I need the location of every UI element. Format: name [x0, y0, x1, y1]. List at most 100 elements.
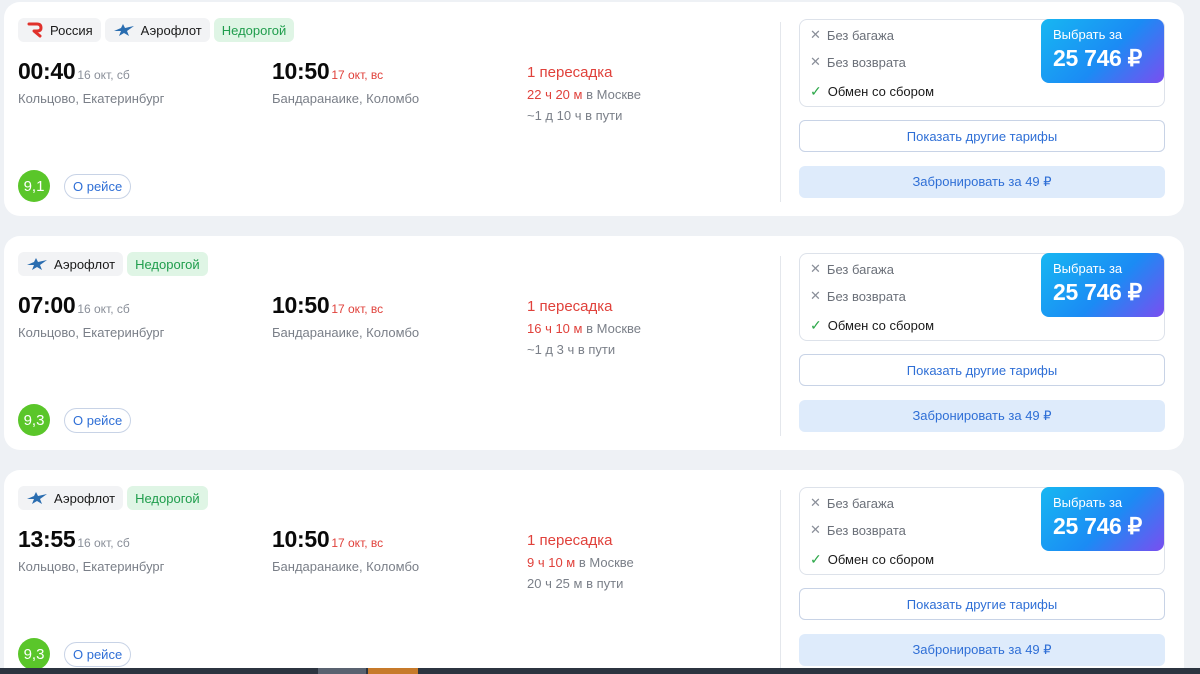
tariff-exchange-label: Обмен со сбором	[827, 84, 935, 99]
arrival: 10:50 17 окт, вс Бандаранаике, Коломбо	[272, 526, 419, 574]
select-label: Выбрать за	[1053, 261, 1123, 276]
about-flight-button[interactable]: О рейсе	[64, 642, 132, 667]
layover: 22 ч 20 м в Москве	[527, 87, 641, 102]
transfer-info: 1 пересадка 16 ч 10 м в Москве ~1 д 3 ч …	[527, 298, 641, 357]
divider	[780, 490, 781, 670]
transfer-info: 1 пересадка 22 ч 20 м в Москве ~1 д 10 ч…	[527, 64, 641, 123]
about-flight-button[interactable]: О рейсе	[64, 408, 132, 433]
taskbar	[0, 668, 1200, 674]
about-flight-button[interactable]: О рейсе	[64, 174, 132, 199]
cross-icon: ✕	[810, 522, 821, 537]
layover: 9 ч 10 м в Москве	[527, 555, 634, 570]
airline-name: Россия	[50, 22, 93, 38]
tariff-box: ✕ Без багажа ✕ Без возврата ✓ Обмен со сбор…	[799, 487, 1165, 575]
select-price-button[interactable]: Выбрать за 25 746 ₽	[1041, 487, 1164, 551]
select-label: Выбрать за	[1053, 495, 1123, 510]
select-price-button[interactable]: Выбрать за 25 746 ₽	[1041, 253, 1164, 317]
tariff-refund-label: Без возврата	[826, 288, 906, 304]
travel-duration: ~1 д 3 ч в пути	[527, 342, 616, 357]
departure-date: 16 окт, сб	[77, 68, 130, 82]
arrival-airport: Бандаранаике, Коломбо	[272, 325, 420, 340]
layover-duration: 9 ч 10 м	[527, 555, 576, 570]
departure-time: 00:40	[18, 58, 76, 84]
tariff-refund: ✕ Без возврата	[810, 522, 906, 538]
arrival: 10:50 17 окт, вс Бандаранаике, Коломбо	[272, 58, 419, 106]
airline-name: Аэрофлот	[140, 22, 202, 38]
aeroflot-logo-icon	[113, 24, 134, 36]
departure-airport: Кольцово, Екатеринбург	[18, 91, 165, 106]
price: 25 746 ₽	[1053, 45, 1142, 71]
arrival-date: 17 окт, вс	[331, 68, 384, 82]
departure-airport: Кольцово, Екатеринбург	[18, 325, 165, 340]
tariff-exchange: ✓ Обмен со сбором	[810, 551, 934, 568]
flight-card[interactable]: Россия Аэрофлот Недорогой 00:40 16 окт, с…	[4, 2, 1184, 216]
transfer-count: 1 пересадка	[527, 64, 613, 81]
travel-duration: 20 ч 25 м в пути	[527, 576, 624, 591]
cross-icon: ✕	[810, 495, 821, 510]
departure: 13:55 16 окт, сб Кольцово, Екатеринбург	[18, 526, 164, 574]
tariff-exchange-label: Обмен со сбором	[827, 552, 935, 567]
layover-city: в Москве	[586, 87, 641, 102]
book-button[interactable]: Забронировать за 49 ₽	[799, 634, 1165, 666]
arrival-time: 10:50	[272, 292, 330, 318]
tariff-box: ✕ Без багажа ✕ Без возврата ✓ Обмен со сбор…	[799, 19, 1165, 107]
arrival-airport: Бандаранаике, Коломбо	[272, 559, 420, 574]
other-tariffs-button[interactable]: Показать другие тарифы	[799, 588, 1165, 620]
departure-date: 16 окт, сб	[77, 536, 130, 550]
price: 25 746 ₽	[1053, 279, 1142, 305]
flight-card[interactable]: Аэрофлот Недорогой 07:00 16 окт, сб Кольц…	[4, 236, 1184, 450]
tariff-exchange: ✓ Обмен со сбором	[810, 317, 934, 334]
airline-chip: Аэрофлот	[18, 486, 124, 510]
cheap-badge: Недорогой	[213, 18, 295, 42]
divider	[780, 22, 781, 202]
tariff-baggage-label: Без багажа	[826, 27, 894, 43]
flight-card[interactable]: Аэрофлот Недорогой 13:55 16 окт, сб Кольц…	[4, 470, 1184, 674]
airline-list: Россия Аэрофлот Недорогой	[18, 18, 295, 42]
price: 25 746 ₽	[1053, 513, 1142, 539]
airline-name: Аэрофлот	[54, 490, 116, 506]
check-icon: ✓	[810, 551, 822, 567]
airline-name: Аэрофлот	[54, 256, 116, 272]
departure-airport: Кольцово, Екатеринбург	[18, 559, 165, 574]
divider	[780, 256, 781, 436]
airline-chip: Россия	[18, 18, 101, 42]
cross-icon: ✕	[810, 27, 821, 42]
tariff-baggage: ✕ Без багажа	[810, 27, 894, 43]
travel-duration: ~1 д 10 ч в пути	[527, 108, 623, 123]
arrival-time: 10:50	[272, 58, 330, 84]
layover: 16 ч 10 м в Москве	[527, 321, 641, 336]
tariff-refund: ✕ Без возврата	[810, 54, 906, 70]
transfer-info: 1 пересадка 9 ч 10 м в Москве 20 ч 25 м …	[527, 532, 634, 591]
layover-duration: 16 ч 10 м	[527, 321, 583, 336]
tariff-box: ✕ Без багажа ✕ Без возврата ✓ Обмен со сбор…	[799, 253, 1165, 341]
departure-time: 07:00	[18, 292, 76, 318]
book-button[interactable]: Забронировать за 49 ₽	[799, 400, 1165, 432]
cross-icon: ✕	[810, 261, 821, 276]
other-tariffs-button[interactable]: Показать другие тарифы	[799, 354, 1165, 386]
aeroflot-logo-icon	[27, 258, 47, 270]
taskbar-item[interactable]	[368, 668, 418, 674]
layover-duration: 22 ч 20 м	[527, 87, 583, 102]
rating-badge: 9,1	[18, 170, 50, 202]
cross-icon: ✕	[810, 288, 821, 303]
tariff-exchange-label: Обмен со сбором	[827, 318, 935, 333]
rossiya-logo-icon	[27, 22, 43, 38]
select-price-button[interactable]: Выбрать за 25 746 ₽	[1041, 19, 1164, 83]
check-icon: ✓	[810, 317, 822, 333]
arrival-date: 17 окт, вс	[331, 536, 384, 550]
select-label: Выбрать за	[1053, 27, 1123, 42]
departure: 07:00 16 окт, сб Кольцово, Екатеринбург	[18, 292, 164, 340]
check-icon: ✓	[810, 83, 822, 99]
book-button[interactable]: Забронировать за 49 ₽	[799, 166, 1165, 198]
tariff-refund-label: Без возврата	[826, 522, 906, 538]
arrival-date: 17 окт, вс	[331, 302, 384, 316]
arrival: 10:50 17 окт, вс Бандаранаике, Коломбо	[272, 292, 419, 340]
airline-chip: Аэрофлот	[18, 252, 124, 276]
other-tariffs-button[interactable]: Показать другие тарифы	[799, 120, 1165, 152]
taskbar-item[interactable]	[318, 668, 366, 674]
transfer-count: 1 пересадка	[527, 532, 613, 549]
cross-icon: ✕	[810, 54, 821, 69]
rating-badge: 9,3	[18, 404, 50, 436]
transfer-count: 1 пересадка	[527, 298, 613, 315]
layover-city: в Москве	[578, 555, 634, 570]
